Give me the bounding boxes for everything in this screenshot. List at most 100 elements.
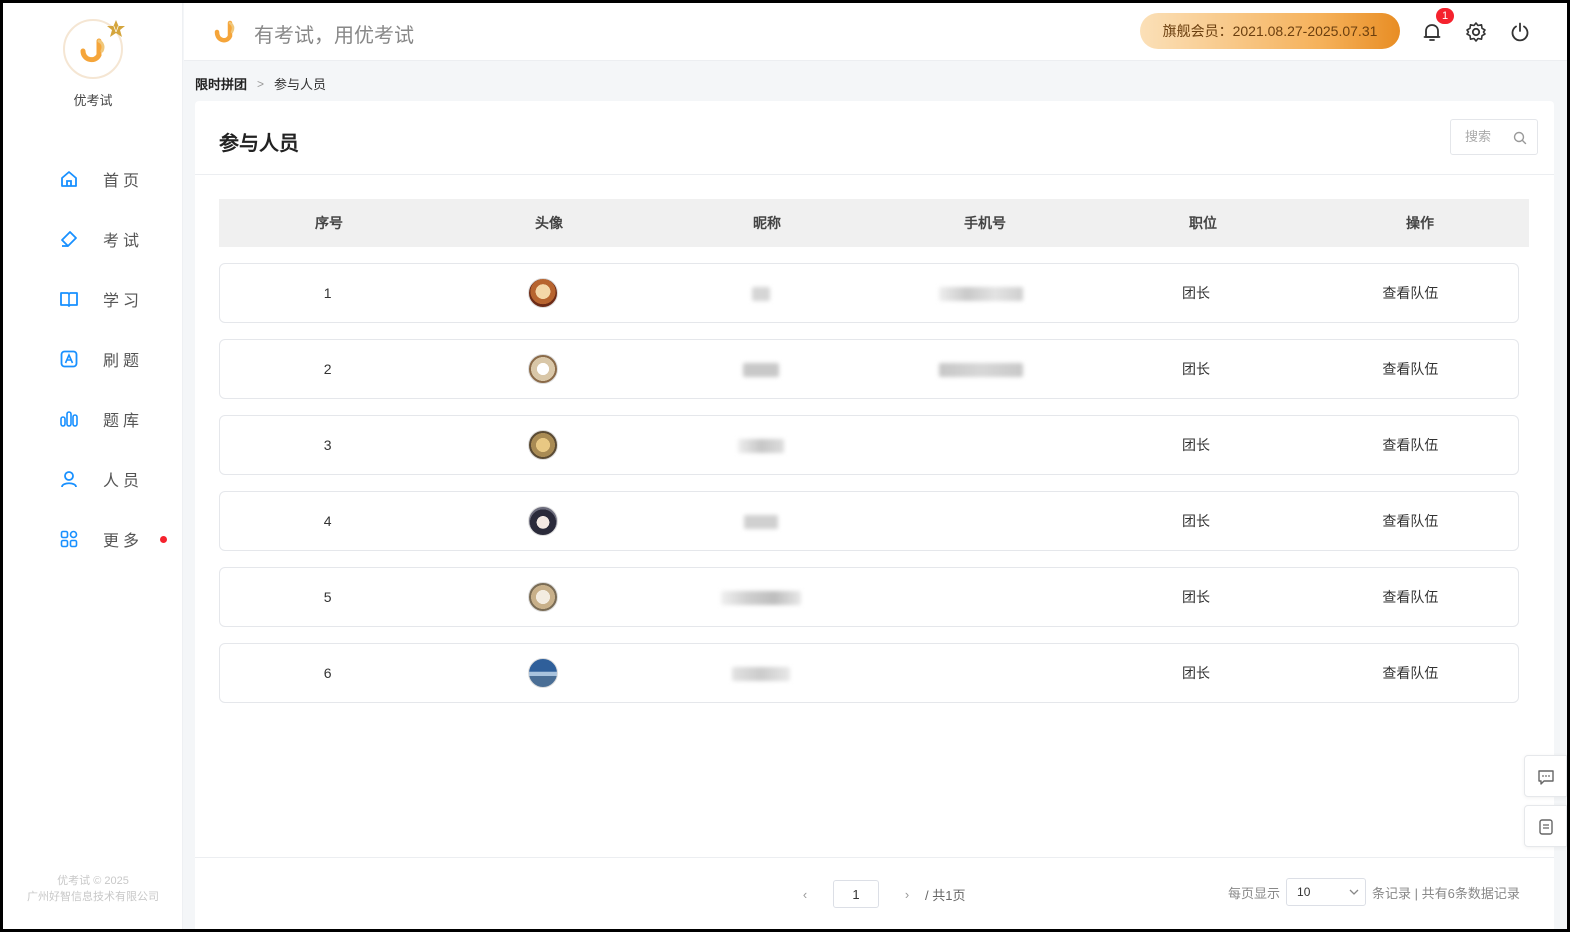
brand-name: 优考试: [73, 93, 113, 108]
breadcrumb: 限时拼团 > 参与人员: [195, 74, 326, 93]
row-index: 3: [323, 437, 332, 453]
avatar: [528, 506, 559, 536]
sidebar-item-study[interactable]: 学习: [3, 269, 183, 329]
view-team-link[interactable]: 查看队伍: [1303, 663, 1518, 683]
next-page-button[interactable]: ›: [897, 887, 917, 902]
sidebar-item-practice[interactable]: 刷题: [3, 329, 183, 389]
table-header: 序号 头像 昵称 手机号 职位 操作: [219, 199, 1529, 247]
nickname-blurred: [752, 287, 771, 302]
home-icon: [61, 171, 77, 187]
copyright-line: 优考试 © 2025: [57, 875, 129, 887]
page-title: 参与人员: [219, 133, 299, 155]
nickname-blurred: [738, 439, 785, 454]
total-pages: / 共1页: [925, 887, 966, 903]
nickname-blurred: [744, 515, 779, 530]
pagination: ‹ › / 共1页: [795, 880, 965, 908]
breadcrumb-current: 参与人员: [274, 77, 327, 92]
nickname-blurred: [721, 591, 802, 606]
row-index: 1: [323, 285, 332, 301]
notification-badge: 1: [1436, 8, 1454, 24]
row-role: 团长: [1182, 665, 1210, 681]
bell-icon[interactable]: [1421, 21, 1443, 43]
row-index: 4: [323, 513, 332, 529]
prev-page-button[interactable]: ‹: [795, 887, 815, 902]
table-row: 4 团长 查看队伍: [219, 491, 1519, 551]
bars-icon: [60, 411, 78, 427]
membership-badge[interactable]: 旗舰会员：2021.08.27-2025.07.31: [1140, 13, 1400, 49]
eraser-icon: [61, 231, 77, 247]
document-float-button[interactable]: [1524, 805, 1567, 847]
sidebar-item-label: 考试: [103, 233, 144, 250]
view-team-link[interactable]: 查看队伍: [1303, 587, 1518, 607]
avatar: [528, 278, 559, 308]
company-name: 广州好智信息技术有限公司: [27, 891, 159, 903]
column-header: 操作: [1406, 215, 1434, 231]
sidebar-item-label: 更多: [103, 533, 144, 550]
nickname-blurred: [732, 667, 791, 682]
row-index: 6: [323, 665, 332, 681]
letter-a-icon: [60, 350, 78, 368]
search-input[interactable]: 搜索: [1450, 119, 1538, 155]
document-icon: [1539, 819, 1553, 835]
search-placeholder: 搜索: [1465, 129, 1492, 144]
search-icon: [1513, 131, 1527, 145]
sidebar-item-people[interactable]: 人员: [3, 449, 183, 509]
phone-blurred: [938, 287, 1023, 302]
row-role: 团长: [1182, 513, 1210, 529]
column-header: 昵称: [753, 215, 781, 231]
view-team-link[interactable]: 查看队伍: [1303, 435, 1518, 455]
column-header: 职位: [1189, 215, 1217, 231]
power-icon[interactable]: [1509, 21, 1531, 43]
avatar: [528, 354, 559, 384]
grid-icon: [60, 530, 78, 548]
row-index: 2: [323, 361, 332, 377]
table-row: 1 团长 查看队伍: [219, 263, 1519, 323]
svg-text:V: V: [113, 25, 119, 34]
breadcrumb-parent[interactable]: 限时拼团: [195, 74, 247, 93]
view-team-link[interactable]: 查看队伍: [1303, 359, 1518, 379]
copyright: 优考试 © 2025 广州好智信息技术有限公司: [3, 873, 183, 905]
chat-icon: [1538, 770, 1554, 785]
sidebar-item-more[interactable]: 更多: [3, 509, 183, 569]
phone-blurred: [938, 363, 1023, 378]
row-role: 团长: [1182, 285, 1210, 301]
divider: [195, 174, 1554, 175]
avatar: [528, 658, 559, 688]
sidebar-item-home[interactable]: 首页: [3, 149, 183, 209]
page-size-control: 每页显示 10 条记录 | 共有6条数据记录: [1228, 878, 1520, 906]
avatar: [528, 430, 559, 460]
sidebar-item-exam[interactable]: 考试: [3, 209, 183, 269]
page-size-select[interactable]: 10: [1286, 878, 1367, 906]
view-team-link[interactable]: 查看队伍: [1303, 511, 1518, 531]
sidebar-item-label: 首页: [103, 173, 144, 190]
nickname-blurred: [743, 363, 780, 378]
user-icon: [61, 471, 77, 488]
sidebar: V 优考试 首页 考试 学习 刷题 题库 人员 更多 优考试 © 2025 广州…: [3, 3, 183, 929]
sidebar-item-question-bank[interactable]: 题库: [3, 389, 183, 449]
chat-float-button[interactable]: [1524, 755, 1567, 797]
page-number-input[interactable]: [833, 880, 879, 908]
slogan: 有考试，用优考试: [254, 25, 414, 47]
content-card: 参与人员 搜索 序号 头像 昵称 手机号 职位 操作 1 团长 查看队伍 2 团…: [195, 101, 1554, 929]
row-index: 5: [323, 589, 332, 605]
per-page-label: 每页显示: [1228, 885, 1281, 901]
app-window: V 优考试 首页 考试 学习 刷题 题库 人员 更多 优考试 © 2025 广州…: [3, 3, 1567, 929]
table-row: 3 团长 查看队伍: [219, 415, 1519, 475]
row-role: 团长: [1182, 437, 1210, 453]
new-indicator-dot: [160, 536, 167, 543]
table-body: 1 团长 查看队伍 2 团长 查看队伍 3 团长 查看队伍 4 团长 查看队伍 …: [219, 263, 1519, 719]
column-header: 头像: [535, 215, 563, 231]
table-row: 5 团长 查看队伍: [219, 567, 1519, 627]
column-header: 手机号: [964, 215, 1006, 231]
table-row: 6 团长 查看队伍: [219, 643, 1519, 703]
chevron-right-icon: >: [257, 76, 265, 91]
column-header: 序号: [315, 215, 343, 231]
view-team-link[interactable]: 查看队伍: [1303, 283, 1518, 303]
table-row: 2 团长 查看队伍: [219, 339, 1519, 399]
sidebar-item-label: 题库: [103, 413, 144, 430]
gear-icon[interactable]: [1465, 21, 1487, 43]
divider: [195, 857, 1554, 858]
sidebar-nav: 首页 考试 学习 刷题 题库 人员 更多: [3, 149, 183, 569]
page-size-value: 10: [1297, 885, 1311, 899]
records-summary: 条记录 | 共有6条数据记录: [1372, 885, 1520, 901]
